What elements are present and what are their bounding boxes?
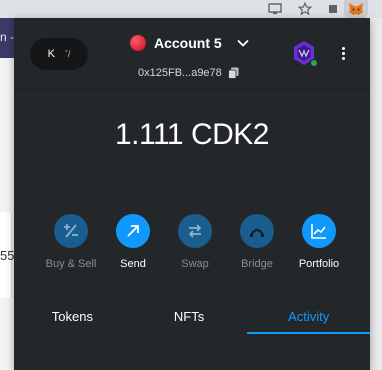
extensions-puzzle-icon[interactable] xyxy=(322,0,344,18)
send-arrow-icon xyxy=(116,214,150,248)
portfolio-button[interactable]: Portfolio xyxy=(288,214,350,274)
copy-icon xyxy=(227,67,239,79)
account-name: Account 5 xyxy=(154,35,222,51)
network-label: K xyxy=(47,48,55,60)
action-buttons: Buy & Sell Send Swap Bridge Portfolio xyxy=(40,214,350,274)
chevron-down-icon xyxy=(237,39,249,47)
token-balance: 1.111 CDK2 xyxy=(115,118,269,151)
send-button[interactable]: Send xyxy=(102,214,164,274)
tab-activity[interactable]: Activity xyxy=(247,300,370,334)
background-page-right xyxy=(370,18,382,370)
bridge-button[interactable]: Bridge xyxy=(226,214,288,274)
address-copy-button[interactable]: 0x125FB...a9e78 xyxy=(138,65,239,81)
account-picker[interactable]: Account 5 xyxy=(130,32,250,54)
tab-tokens[interactable]: Tokens xyxy=(14,300,131,334)
swap-button[interactable]: Swap xyxy=(164,214,226,274)
wallet-header: K ˇ/ Account 5 0x125FB...a9e78 xyxy=(14,18,370,90)
buy-sell-label: Buy & Sell xyxy=(45,258,97,270)
background-page-card: 55 xyxy=(0,212,15,298)
background-text-fragment: 55 xyxy=(0,248,15,263)
swap-label: Swap xyxy=(181,258,209,270)
site-connection-icon[interactable] xyxy=(291,40,318,67)
more-vertical-icon[interactable] xyxy=(336,44,350,62)
background-text-fragment: n - xyxy=(0,30,15,44)
metamask-fox-icon[interactable] xyxy=(344,0,368,18)
portfolio-label: Portfolio xyxy=(298,258,340,270)
tab-nfts[interactable]: NFTs xyxy=(131,300,248,334)
bridge-label: Bridge xyxy=(241,258,273,270)
buy-sell-button[interactable]: Buy & Sell xyxy=(40,214,102,274)
account-avatar xyxy=(130,35,146,51)
bridge-icon xyxy=(240,214,274,248)
account-address: 0x125FB...a9e78 xyxy=(138,67,222,79)
background-page-header: n - xyxy=(0,18,14,58)
asset-tabs: Tokens NFTs Activity xyxy=(14,300,370,334)
wallet-popup: K ˇ/ Account 5 0x125FB...a9e78 1.111 CDK… xyxy=(14,18,370,370)
portfolio-chart-icon xyxy=(302,214,336,248)
browser-toolbar xyxy=(0,0,382,18)
desktop-icon[interactable] xyxy=(264,0,286,18)
network-chevron: ˇ/ xyxy=(64,49,71,59)
buy-sell-icon xyxy=(54,214,88,248)
network-picker[interactable]: K ˇ/ xyxy=(30,38,88,70)
swap-icon xyxy=(178,214,212,248)
bookmark-star-icon[interactable] xyxy=(294,0,316,18)
connected-status-dot xyxy=(310,59,318,67)
send-label: Send xyxy=(120,258,146,270)
